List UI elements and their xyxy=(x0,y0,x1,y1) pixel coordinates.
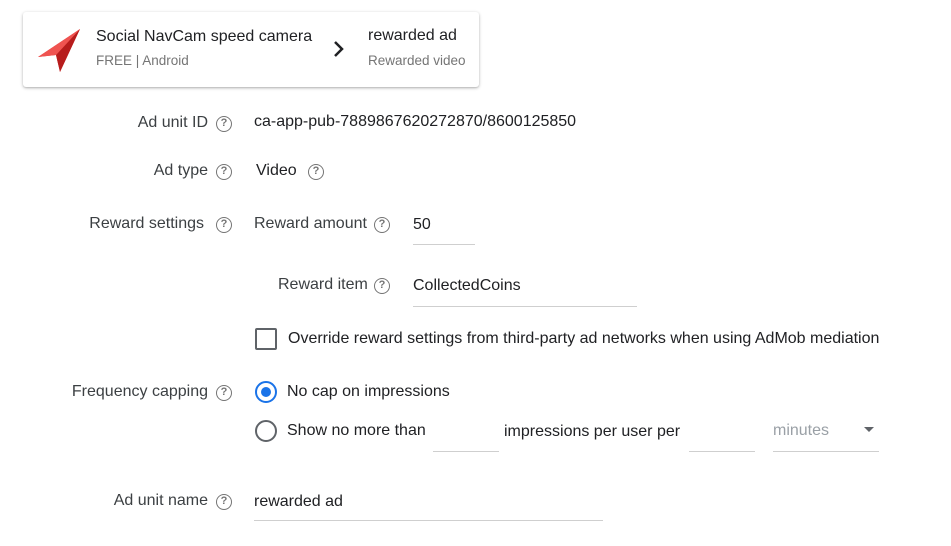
help-icon[interactable]: ? xyxy=(308,164,324,180)
reward-item-input[interactable]: CollectedCoins xyxy=(413,277,521,295)
help-icon[interactable]: ? xyxy=(216,217,232,233)
limit-label: Show no more than xyxy=(287,422,426,439)
no-cap-label: No cap on impressions xyxy=(287,383,450,400)
impressions-per-user-text: impressions per user per xyxy=(504,423,681,440)
ad-unit-name-input[interactable]: rewarded ad xyxy=(254,493,343,511)
help-icon[interactable]: ? xyxy=(216,116,232,132)
time-unit-underline xyxy=(773,451,879,452)
red-arrow-logo-icon xyxy=(38,29,80,72)
card-ad-unit-name: rewarded ad xyxy=(368,27,457,44)
no-cap-radio[interactable] xyxy=(255,381,277,403)
reward-amount-input[interactable]: 50 xyxy=(413,216,431,234)
help-icon[interactable]: ? xyxy=(216,164,232,180)
app-meta: FREE | Android xyxy=(96,53,189,68)
override-reward-checkbox[interactable] xyxy=(255,328,277,350)
ad-unit-name-underline xyxy=(254,520,603,521)
reward-item-underline xyxy=(413,306,637,307)
ad-unit-id-label: Ad unit ID xyxy=(137,114,208,131)
time-unit-select[interactable]: minutes xyxy=(773,422,829,440)
ad-type-label: Ad type xyxy=(153,162,208,179)
ad-unit-id-value: ca-app-pub-7889867620272870/8600125850 xyxy=(254,113,577,130)
help-icon[interactable]: ? xyxy=(374,217,390,233)
app-card[interactable]: Social NavCam speed camera FREE | Androi… xyxy=(23,12,479,87)
help-icon[interactable]: ? xyxy=(216,494,232,510)
impressions-count-underline xyxy=(433,451,499,452)
reward-settings-label: Reward settings xyxy=(89,215,204,232)
card-ad-unit-format: Rewarded video xyxy=(368,53,466,68)
period-underline xyxy=(689,451,755,452)
chevron-right-icon xyxy=(334,41,344,57)
dropdown-arrow-icon[interactable] xyxy=(864,427,874,432)
help-icon[interactable]: ? xyxy=(374,278,390,294)
help-icon[interactable]: ? xyxy=(216,385,232,401)
reward-amount-underline xyxy=(413,244,475,245)
limit-radio[interactable] xyxy=(255,420,277,442)
reward-item-label: Reward item xyxy=(278,276,368,293)
ad-unit-name-label: Ad unit name xyxy=(113,492,208,509)
app-name: Social NavCam speed camera xyxy=(96,28,313,45)
override-reward-label: Override reward settings from third-part… xyxy=(288,330,880,347)
ad-type-value: Video xyxy=(256,162,297,179)
reward-amount-label: Reward amount xyxy=(254,215,367,232)
frequency-capping-label: Frequency capping xyxy=(71,383,208,400)
